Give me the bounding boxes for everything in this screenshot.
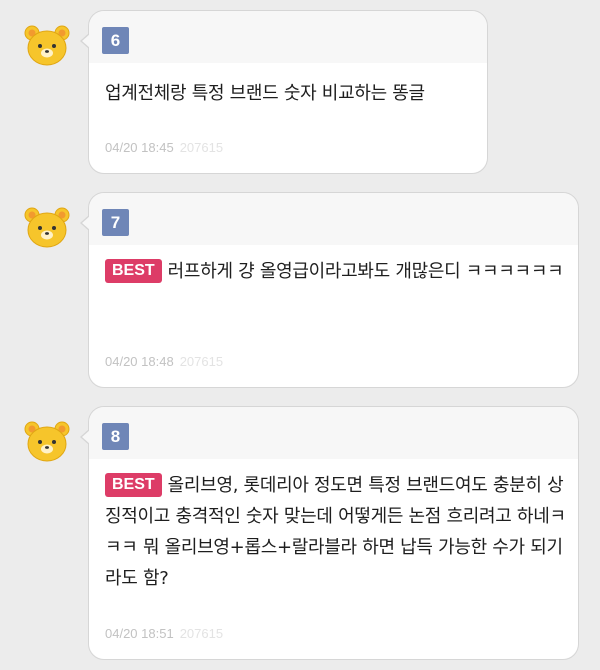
comment-number-badge: 8 xyxy=(102,423,129,450)
comment-datetime: 04/20 18:45 xyxy=(105,140,174,155)
comment-body: BEST 올리브영, 롯데리아 정도면 특정 브랜드여도 충분히 상징적이고 충격… xyxy=(89,459,578,659)
comment-bubble: 8 BEST 올리브영, 롯데리아 정도면 특정 브랜드여도 충분히 상징적이고 … xyxy=(80,406,579,660)
comment-views: 207615 xyxy=(179,354,224,369)
comment-text-content: 올리브영, 롯데리아 정도면 특정 브랜드여도 충분히 상징적이고 충격적인 숫… xyxy=(105,475,566,589)
comment-text: BEST 올리브영, 롯데리아 정도면 특정 브랜드여도 충분히 상징적이고 충격… xyxy=(105,470,566,594)
comment-meta: 04/20 18:45 207615 xyxy=(105,140,223,155)
comment-text: BEST 러프하게 걍 올영급이라고봐도 개많은디 ㅋㅋㅋㅋㅋㅋ xyxy=(105,256,566,287)
best-badge: BEST xyxy=(105,473,162,497)
comment-number-badge: 7 xyxy=(102,209,129,236)
comment-body: 업계전체랑 특정 브랜드 숫자 비교하는 똥글 04/20 18:45 20761… xyxy=(89,63,487,173)
best-badge: BEST xyxy=(105,259,162,283)
comment-header: 8 xyxy=(89,407,578,451)
comment-views: 207615 xyxy=(179,140,224,155)
comment-datetime: 04/20 18:51 xyxy=(105,626,174,641)
comment-number-badge: 6 xyxy=(102,27,129,54)
bear-face-icon[interactable] xyxy=(24,24,70,68)
comment-header: 7 xyxy=(89,193,578,237)
comment-bubble: 6 업계전체랑 특정 브랜드 숫자 비교하는 똥글 04/20 18:45 207… xyxy=(80,10,488,174)
bear-face-icon[interactable] xyxy=(24,206,70,250)
comment-text-content: 업계전체랑 특정 브랜드 숫자 비교하는 똥글 xyxy=(105,83,425,104)
comment-views: 207615 xyxy=(179,626,224,641)
comment-text: 업계전체랑 특정 브랜드 숫자 비교하는 똥글 xyxy=(105,78,475,109)
comment-meta: 04/20 18:48 207615 xyxy=(105,354,223,369)
comment-header: 6 xyxy=(89,11,487,55)
bear-face-icon[interactable] xyxy=(24,420,70,464)
comment-meta: 04/20 18:51 207615 xyxy=(105,626,223,641)
comment-text-content: 러프하게 걍 올영급이라고봐도 개많은디 ㅋㅋㅋㅋㅋㅋ xyxy=(167,261,564,282)
comment-bubble: 7 BEST 러프하게 걍 올영급이라고봐도 개많은디 ㅋㅋㅋㅋㅋㅋ 04/20 … xyxy=(80,192,579,388)
comment-datetime: 04/20 18:48 xyxy=(105,354,174,369)
comment-body: BEST 러프하게 걍 올영급이라고봐도 개많은디 ㅋㅋㅋㅋㅋㅋ 04/20 18… xyxy=(89,245,578,387)
